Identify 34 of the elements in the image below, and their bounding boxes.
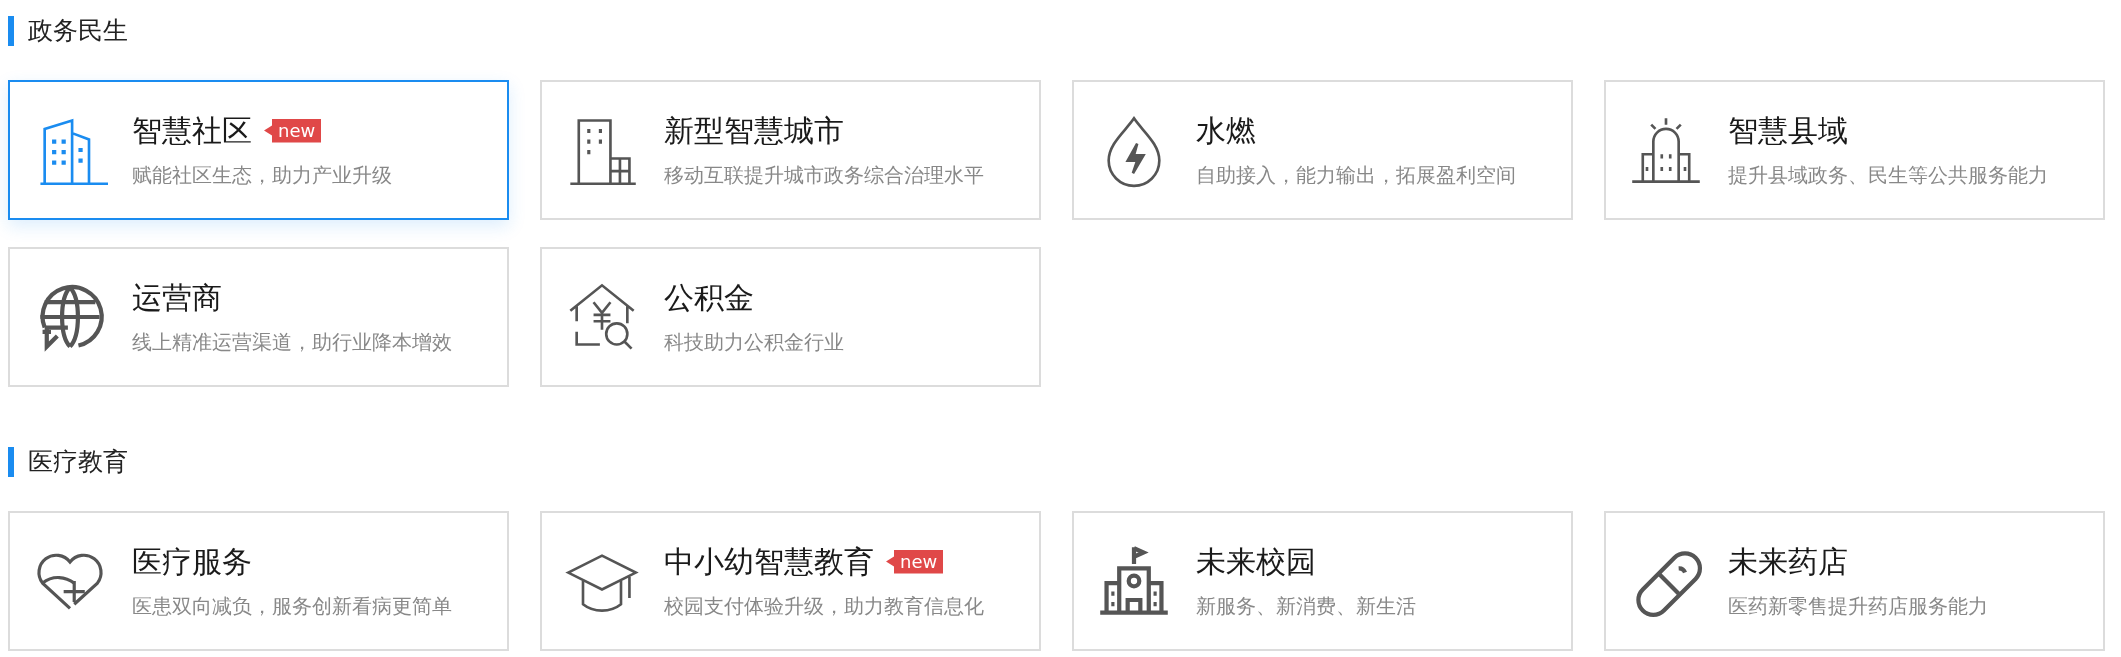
solution-card[interactable]: 公积金 科技助力公积金行业 (540, 247, 1041, 387)
section-title: 医疗教育 (8, 447, 2105, 477)
card-description: 赋能社区生态，助力产业升级 (132, 161, 392, 189)
solution-card[interactable]: 智慧社区 new 赋能社区生态，助力产业升级 (8, 80, 509, 220)
card-title: 水燃 (1196, 111, 1256, 150)
card-title: 中小幼智慧教育 (664, 542, 874, 581)
card-description: 医患双向减负，服务创新看病更简单 (132, 592, 452, 620)
section-title: 政务民生 (8, 16, 2105, 46)
card-description: 线上精准运营渠道，助行业降本增效 (132, 328, 452, 356)
solution-card[interactable]: 未来校园 新服务、新消费、新生活 (1072, 511, 1573, 651)
card-title: 运营商 (132, 278, 222, 317)
new-badge: new (886, 549, 944, 574)
card-description: 校园支付体验升级，助力教育信息化 (664, 592, 984, 620)
card-title: 智慧县域 (1728, 111, 1848, 150)
new-badge: new (264, 118, 322, 143)
card-description: 医药新零售提升药店服务能力 (1728, 592, 1988, 620)
solution-card[interactable]: 运营商 线上精准运营渠道，助行业降本增效 (8, 247, 509, 387)
solution-card[interactable]: 智慧县域 提升县域政务、民生等公共服务能力 (1604, 80, 2105, 220)
card-description: 提升县域政务、民生等公共服务能力 (1728, 161, 2048, 189)
card-description: 移动互联提升城市政务综合治理水平 (664, 161, 984, 189)
card-title: 智慧社区 (132, 111, 252, 150)
card-title: 新型智慧城市 (664, 111, 844, 150)
solution-card[interactable]: 水燃 自助接入，能力输出，拓展盈利空间 (1072, 80, 1573, 220)
card-title: 公积金 (664, 278, 754, 317)
card-title: 未来校园 (1196, 542, 1316, 581)
solution-card[interactable]: 未来药店 医药新零售提升药店服务能力 (1604, 511, 2105, 651)
card-description: 科技助力公积金行业 (664, 328, 844, 356)
card-description: 自助接入，能力输出，拓展盈利空间 (1196, 161, 1516, 189)
solution-card[interactable]: 新型智慧城市 移动互联提升城市政务综合治理水平 (540, 80, 1041, 220)
solution-card[interactable]: 中小幼智慧教育 new 校园支付体验升级，助力教育信息化 (540, 511, 1041, 651)
card-title: 医疗服务 (132, 542, 252, 581)
card-description: 新服务、新消费、新生活 (1196, 592, 1416, 620)
card-title: 未来药店 (1728, 542, 1848, 581)
solution-card[interactable]: 医疗服务 医患双向减负，服务创新看病更简单 (8, 511, 509, 651)
